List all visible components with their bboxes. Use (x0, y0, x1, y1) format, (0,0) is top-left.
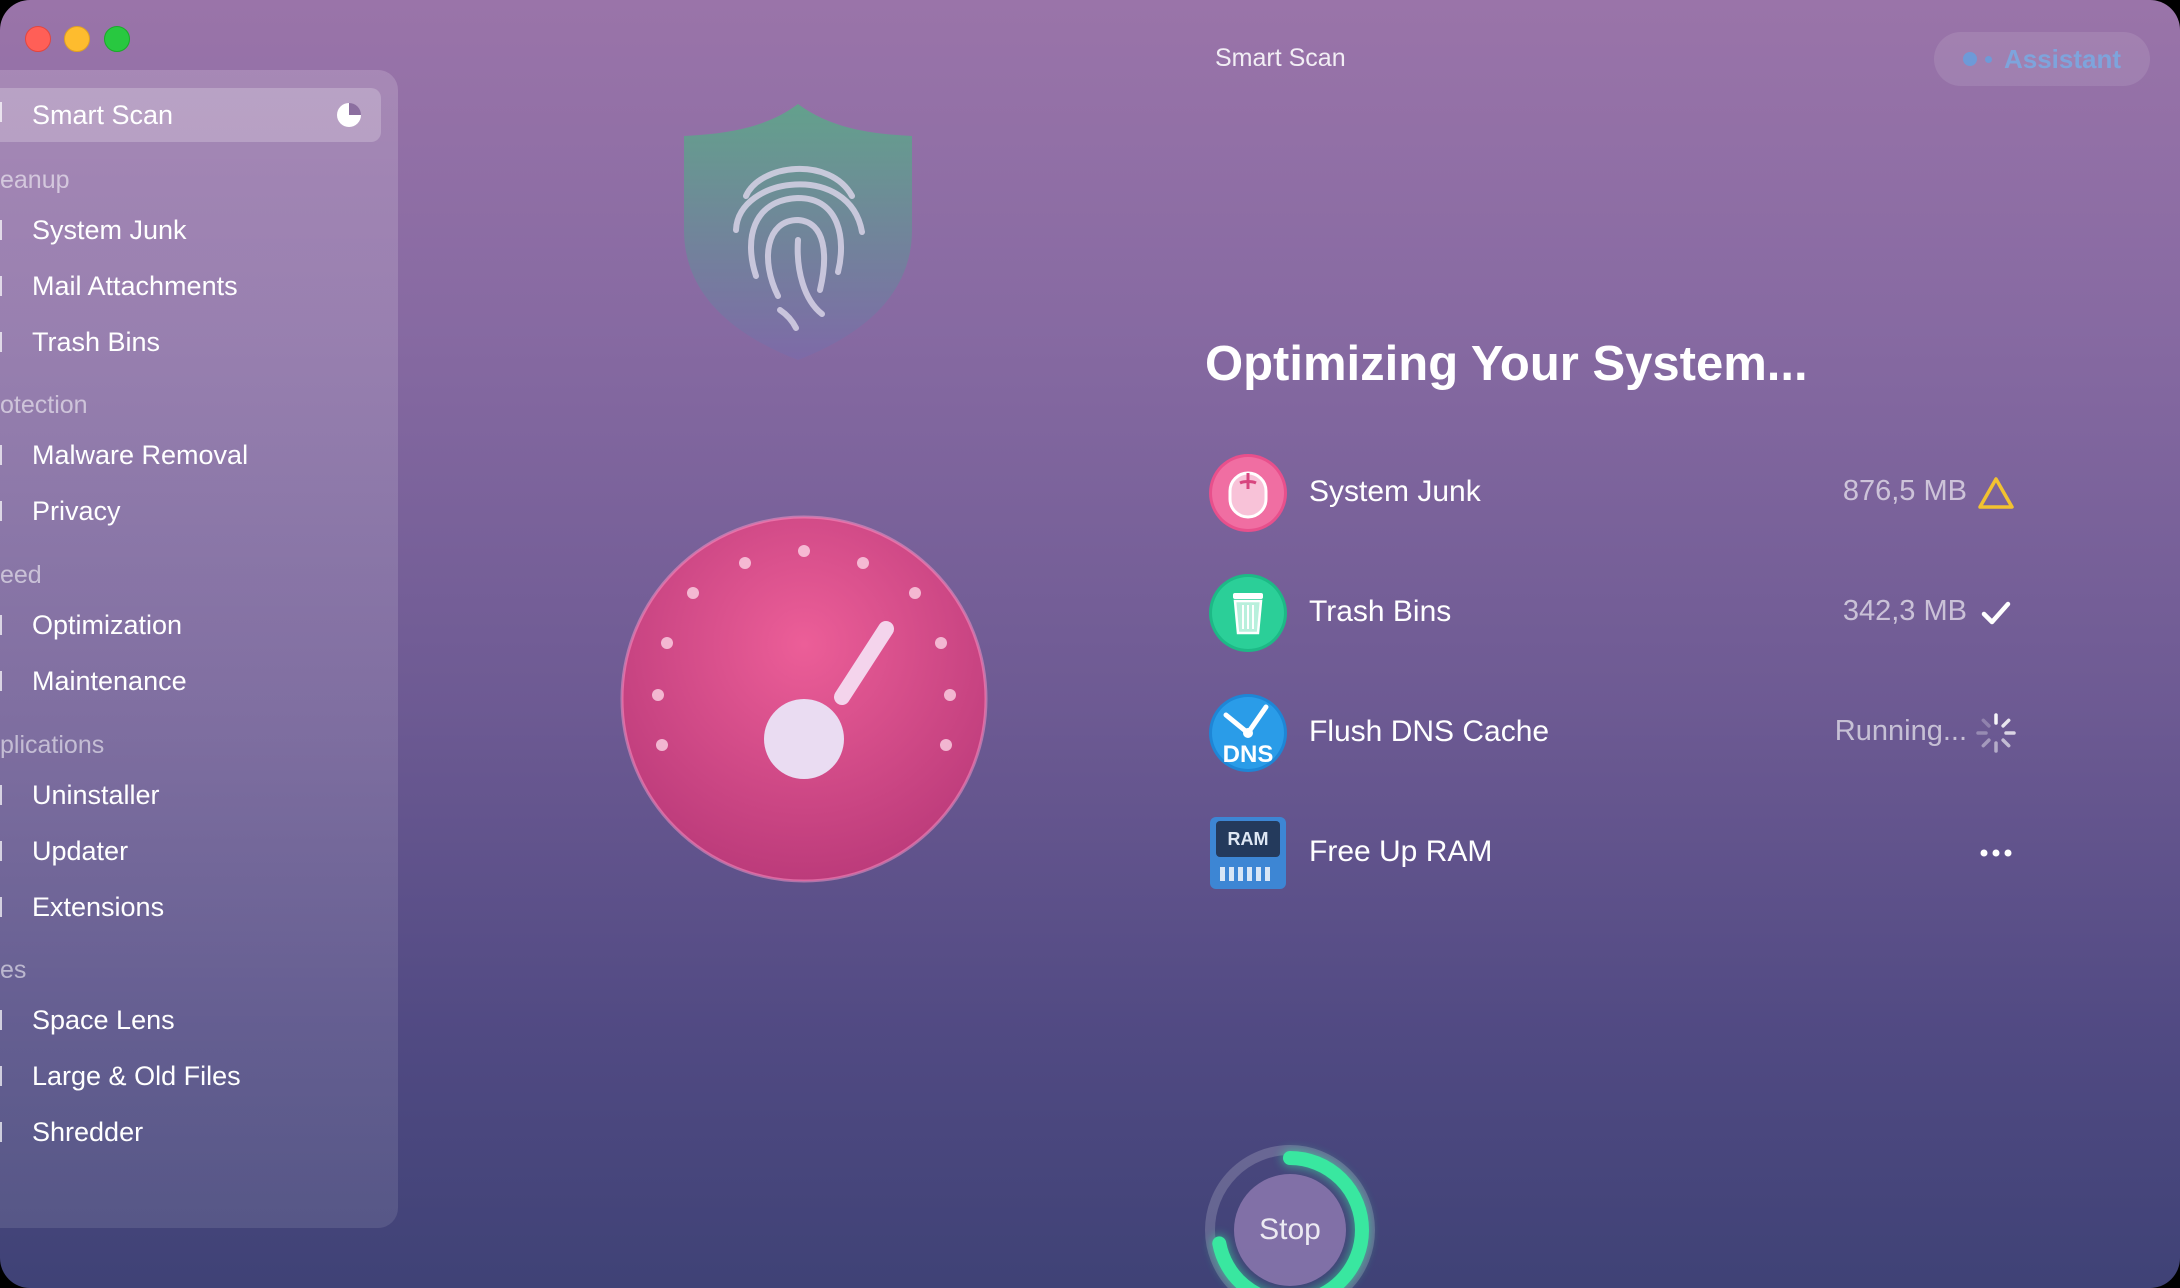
system-junk-icon (1209, 454, 1287, 532)
assistant-button[interactable]: Assistant (1934, 32, 2150, 86)
assistant-dot-icon (1962, 52, 1977, 66)
assistant-label: Assistant (2003, 43, 2122, 74)
sidebar-item-label: Smart Scan (32, 100, 174, 130)
sidebar-item-uninstaller[interactable]: Uninstaller (32, 780, 160, 811)
mail-attachments-icon (0, 276, 8, 296)
sidebar-item-space-lens[interactable]: Space Lens (32, 1005, 175, 1036)
shredder-icon (0, 1122, 8, 1142)
task-name: Trash Bins (1309, 595, 1452, 628)
task-size: 342,3 MB (1842, 595, 1967, 627)
dns-icon: DNS (1209, 694, 1287, 772)
stop-button-label[interactable]: Stop (1232, 1213, 1348, 1247)
task-row-free-up-ram: RAM Free Up RAM (1208, 813, 2018, 893)
sidebar-item-privacy[interactable]: Privacy (32, 496, 121, 527)
ellipsis-icon (1980, 849, 2012, 857)
sidebar-item-optimization[interactable]: Optimization (32, 610, 182, 641)
privacy-icon (0, 501, 8, 521)
warning-icon[interactable] (1974, 471, 2018, 515)
task-name: Flush DNS Cache (1309, 715, 1550, 748)
minimize-window-button[interactable] (64, 26, 90, 52)
sidebar-section-files: es (0, 956, 27, 984)
uninstaller-icon (0, 785, 8, 805)
ram-icon: RAM (1210, 817, 1286, 889)
speed-gauge-icon (620, 515, 988, 883)
sidebar: Smart Scan eanup System Junk Mail Attach… (0, 70, 398, 1228)
scan-progress-pie-icon (337, 103, 361, 127)
checkmark-icon (1981, 601, 2011, 625)
task-name: System Junk (1309, 475, 1481, 508)
sidebar-item-updater[interactable]: Updater (32, 836, 128, 867)
sidebar-section-applications: plications (0, 731, 105, 759)
app-window: Smart Scan Assistant Smart Scan eanup Sy… (0, 0, 2180, 1288)
sidebar-item-mail-attachments[interactable]: Mail Attachments (32, 271, 238, 302)
malware-removal-icon (0, 445, 8, 465)
system-junk-icon (0, 220, 8, 240)
zoom-window-button[interactable] (104, 26, 130, 52)
task-row-flush-dns-cache: DNS Flush DNS Cache Running... (1208, 693, 2018, 773)
large-old-files-icon (0, 1066, 8, 1086)
sidebar-section-protection: otection (0, 391, 88, 419)
maintenance-icon (0, 671, 8, 691)
dns-icon-text: DNS (1223, 741, 1274, 768)
gauge-hub (764, 699, 844, 779)
sidebar-section-cleanup: eanup (0, 166, 70, 194)
space-lens-icon (0, 1010, 8, 1030)
sidebar-item-system-junk[interactable]: System Junk (32, 215, 187, 246)
task-row-trash-bins: Trash Bins 342,3 MB (1208, 573, 2018, 653)
window-title: Smart Scan (1215, 44, 1346, 72)
spinner-icon (1976, 713, 2016, 753)
trash-bins-icon (0, 332, 8, 352)
optimization-icon (0, 615, 8, 635)
protection-shield-icon (684, 104, 912, 360)
task-status-text: Running... (1834, 715, 1967, 747)
sidebar-section-speed: eed (0, 561, 42, 589)
task-row-system-junk: System Junk 876,5 MB (1208, 453, 2018, 533)
task-name: Free Up RAM (1309, 835, 1493, 868)
updater-icon (0, 841, 8, 861)
assistant-small-dot-icon (1984, 55, 1992, 63)
page-heading: Optimizing Your System... (1205, 337, 1808, 391)
close-window-button[interactable] (25, 26, 51, 52)
sidebar-item-shredder[interactable]: Shredder (32, 1117, 143, 1148)
smart-scan-icon (0, 102, 8, 122)
sidebar-item-extensions[interactable]: Extensions (32, 892, 164, 923)
extensions-icon (0, 897, 8, 917)
task-size: 876,5 MB (1842, 475, 1967, 507)
ram-icon-text: RAM (1228, 829, 1269, 849)
sidebar-item-malware-removal[interactable]: Malware Removal (32, 440, 248, 471)
sidebar-item-maintenance[interactable]: Maintenance (32, 666, 187, 697)
trash-bins-icon (1209, 574, 1287, 652)
sidebar-item-large-old-files[interactable]: Large & Old Files (32, 1061, 241, 1092)
sidebar-item-trash-bins[interactable]: Trash Bins (32, 327, 160, 358)
